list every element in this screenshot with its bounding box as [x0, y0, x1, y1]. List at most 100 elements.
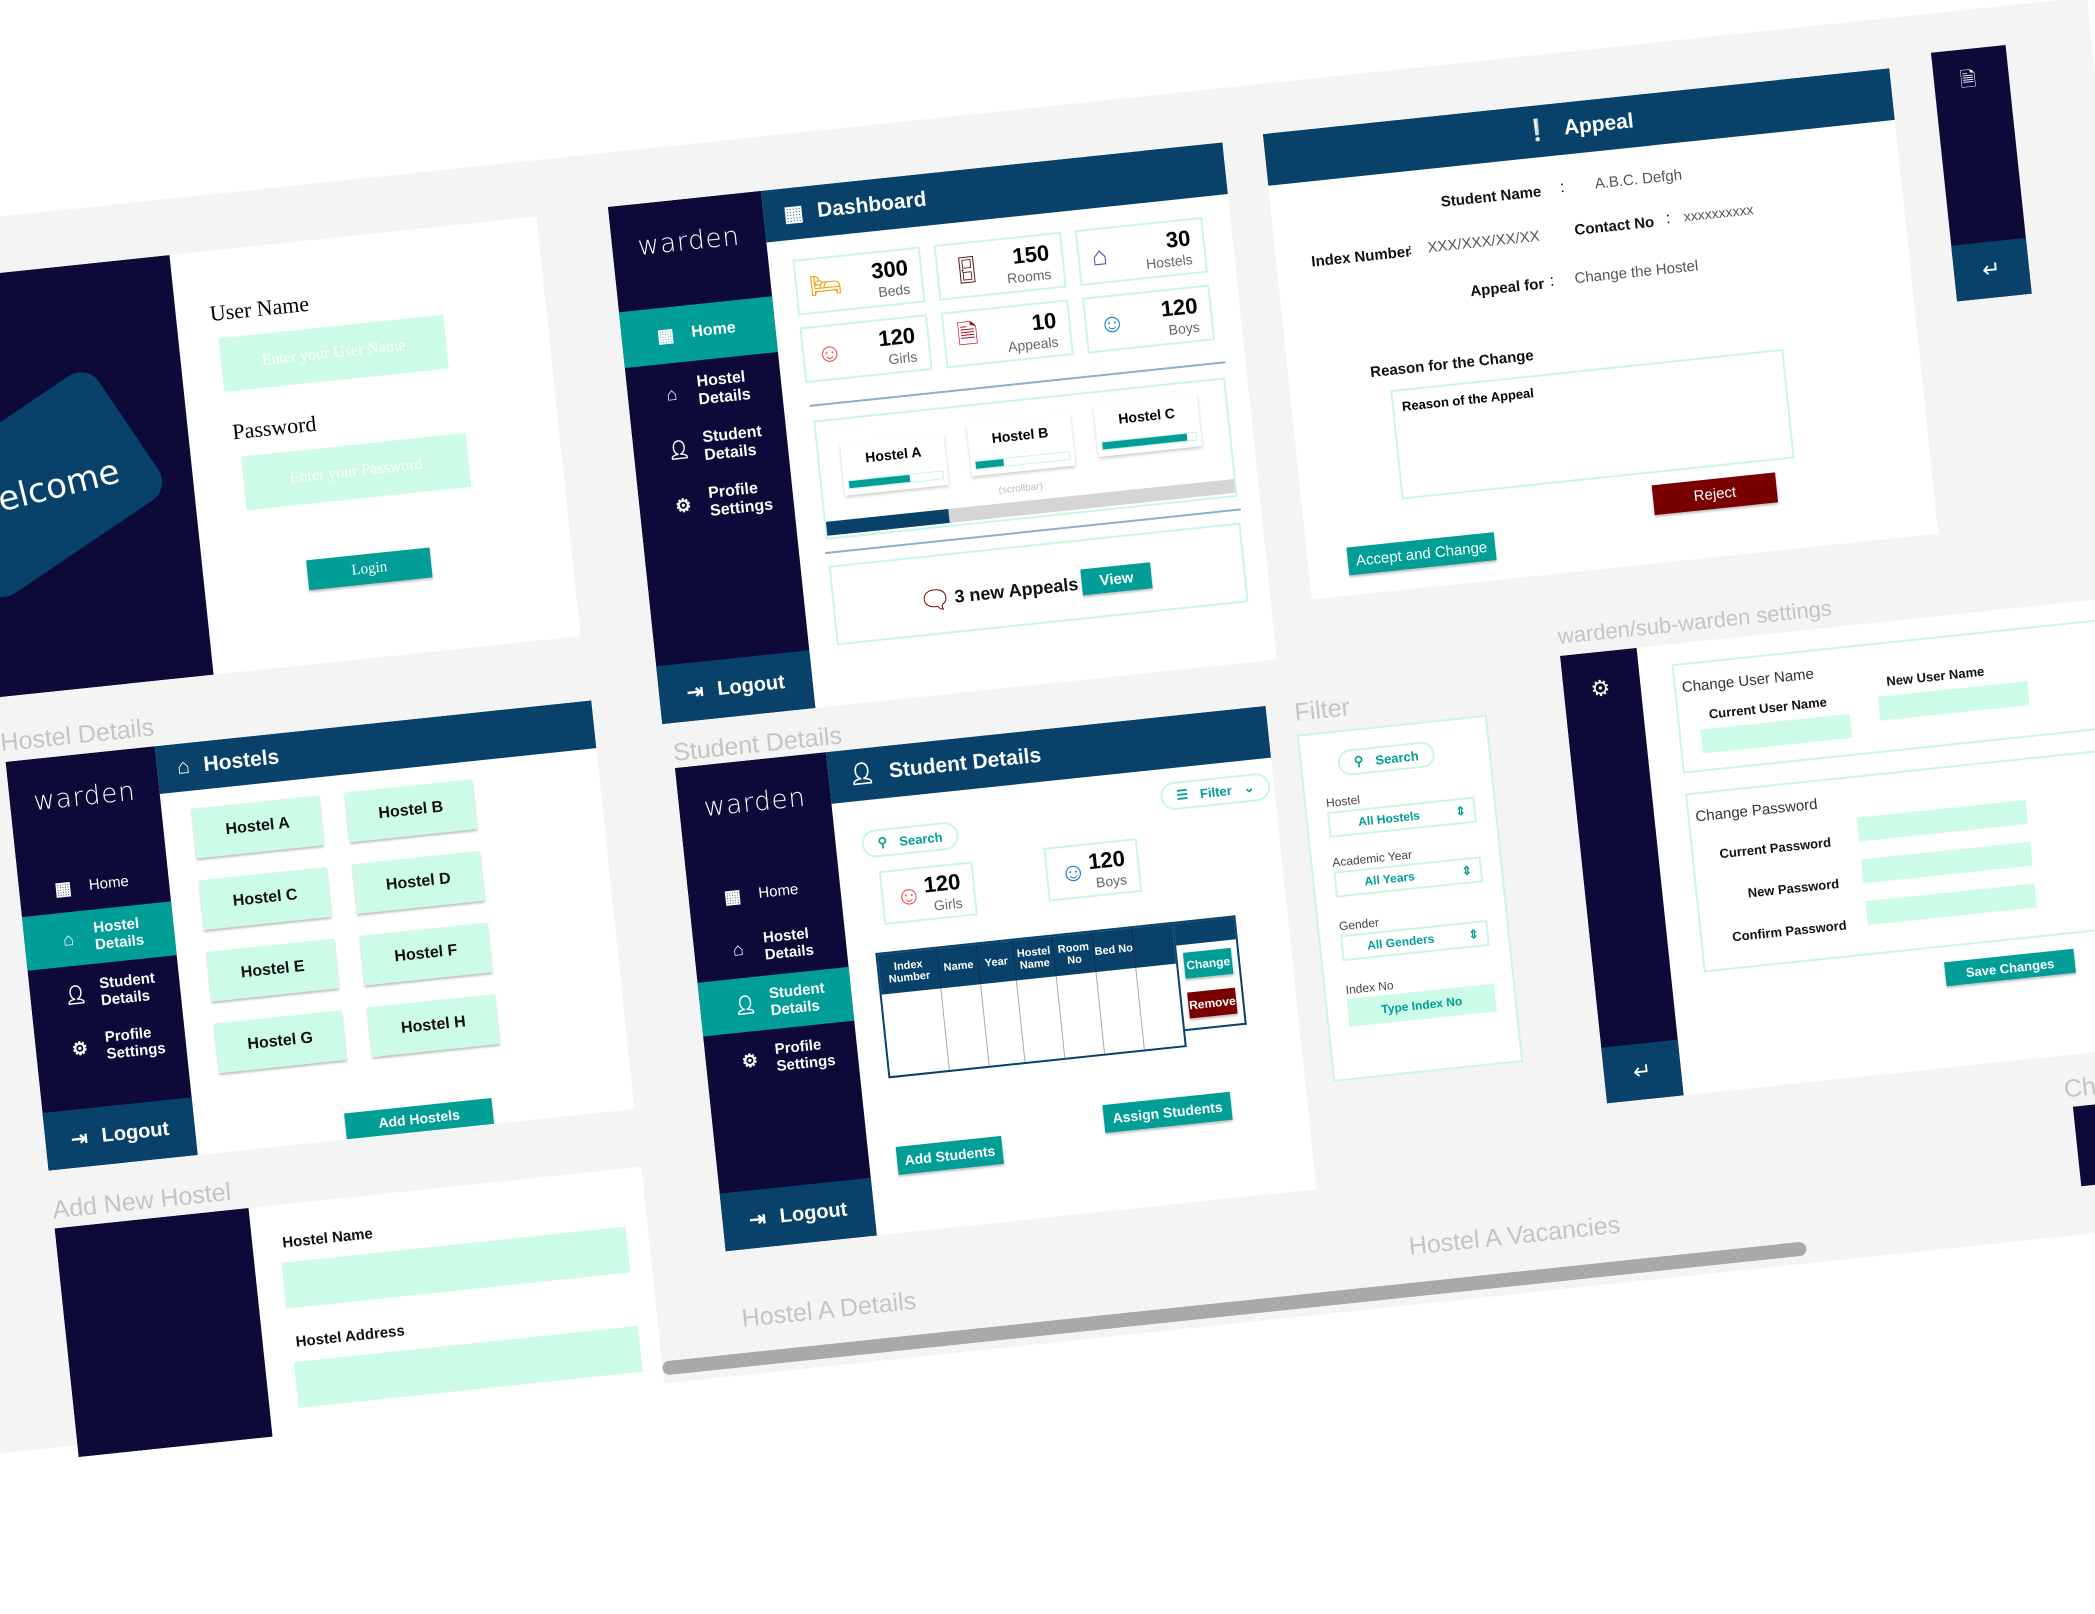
index-number-value: XXX/XXX/XX/XX — [1426, 227, 1541, 257]
mockup-board: welcome User Name Enter your User Name P… — [0, 0, 2095, 1605]
hostel-button[interactable]: Hostel G — [214, 1010, 347, 1074]
hostel-name: Hostel A — [864, 443, 923, 466]
hostel-address-label: Hostel Address — [294, 1322, 406, 1351]
search-input[interactable]: ⚲ Search — [1336, 740, 1436, 777]
stat-card-girls: ☺ 120 Girls — [799, 314, 933, 384]
logo: warden — [636, 221, 742, 262]
search-icon: ⚲ — [1353, 753, 1365, 769]
stat-card-rooms: 🚪︎ 150 Rooms — [933, 231, 1067, 301]
colon: : — [1664, 209, 1672, 228]
hostel-button[interactable]: Hostel E — [206, 938, 340, 1002]
page-title: Student Details — [887, 743, 1043, 783]
stat-label: Boys — [1167, 318, 1201, 338]
current-password-input[interactable] — [1856, 799, 2029, 842]
hostel-button[interactable]: Hostel D — [352, 850, 485, 914]
change-password-section: Change Password Current Password New Pas… — [1685, 744, 2095, 973]
sidebar-item-label: Student Details — [768, 979, 826, 1020]
stat-card-girls: ☺ 120 Girls — [878, 861, 978, 925]
hostel-button[interactable]: Hostel A — [191, 795, 324, 859]
hostel-button[interactable]: Hostel H — [367, 994, 500, 1058]
hostel-button[interactable]: Hostel C — [198, 866, 332, 931]
back-button[interactable]: ↵ — [1601, 1039, 1684, 1104]
hostel-occupancy-card[interactable]: Hostel A — [839, 433, 949, 496]
user-icon: 👤︎ — [63, 983, 89, 1006]
select-value: All Hostels — [1357, 808, 1421, 829]
save-changes-button[interactable]: Save Changes — [1944, 948, 2076, 987]
new-password-input[interactable] — [1860, 841, 2033, 884]
change-button[interactable]: Change — [1182, 947, 1234, 979]
search-placeholder: Search — [1374, 747, 1420, 768]
actions-column: Change Remove — [1173, 915, 1247, 1032]
document-icon: 🗎 — [1958, 68, 1978, 92]
stat-value: 120 — [1086, 845, 1127, 875]
appeals-text: 3 new Appeals — [953, 573, 1080, 607]
login-button[interactable]: Login — [306, 547, 433, 591]
student-name-label: Student Name — [1440, 183, 1543, 211]
accept-and-change-button[interactable]: Accept and Change — [1346, 532, 1497, 576]
hostel-occupancy-card[interactable]: Hostel C — [1093, 394, 1203, 457]
hostel-occupancy-card[interactable]: Hostel B — [966, 413, 1076, 477]
filter-panel: ⚲ Search Hostel All Hostels ⇕ Academic Yea… — [1296, 714, 1524, 1082]
gender-label: Gender — [1338, 915, 1380, 934]
page-title: Dashboard — [815, 187, 928, 223]
column-header: Hostel Name — [1012, 936, 1057, 981]
add-students-button[interactable]: Add Students — [895, 1135, 1005, 1175]
appeal-for-value: Change the Hostel — [1573, 257, 1700, 288]
new-username-label: New User Name — [1885, 663, 1985, 689]
gear-icon: ⚙ — [674, 494, 693, 517]
reject-button[interactable]: Reject — [1651, 472, 1779, 516]
sidebar-item-home[interactable]: ▦ Home — [618, 296, 778, 369]
filter-dropdown[interactable]: ☰ Filter ⌄ — [1159, 771, 1272, 812]
stat-value: 120 — [1159, 292, 1199, 322]
exclamation-icon: ❕ — [1522, 118, 1552, 144]
remove-button[interactable]: Remove — [1187, 987, 1238, 1019]
view-appeals-button[interactable]: View — [1080, 562, 1153, 596]
hostels-screen: warden ▦ Home ⌂ Hostel Details 👤︎ Student D… — [5, 700, 635, 1171]
gear-icon: ⚙ — [70, 1037, 89, 1060]
column-header: Index Number — [877, 948, 942, 995]
hostel-occupancy-list: Hostel A Hostel B Hostel C — [815, 380, 1223, 496]
updown-icon: ⇕ — [1454, 803, 1467, 819]
colon: : — [1559, 178, 1566, 197]
hostel-name-label: Hostel Name — [281, 1225, 374, 1252]
assign-students-button[interactable]: Assign Students — [1102, 1091, 1233, 1133]
scrollbar-thumb[interactable] — [825, 509, 950, 536]
occupancy-bar — [847, 470, 945, 490]
hostel-button[interactable]: Hostel F — [359, 922, 493, 986]
contact-no-value: xxxxxxxxxx — [1682, 201, 1755, 225]
user-icon: 👤︎ — [847, 761, 877, 787]
password-input[interactable]: Enter your Password — [240, 433, 472, 511]
contact-no-label: Contact No — [1573, 213, 1656, 239]
section-label: Cha — [2062, 1070, 2095, 1104]
door-icon: 🚪︎ — [948, 252, 985, 286]
sidebar-item-label: Profile Settings — [103, 1023, 167, 1063]
logout-label: Logout — [778, 1197, 849, 1227]
sliders-icon: ☰ — [1175, 786, 1189, 803]
chevron-down-icon: ⌄ — [1242, 779, 1256, 796]
back-button[interactable]: ↵ — [1951, 237, 2032, 302]
scrollbar-note: (scrollbar) — [998, 481, 1044, 497]
stat-card-beds: 🛏︎ 300 Beds — [792, 246, 926, 316]
occupancy-fill — [1102, 433, 1188, 450]
login-screen: welcome User Name Enter your User Name P… — [0, 216, 581, 701]
confirm-password-input[interactable] — [1865, 883, 2037, 926]
username-label: User Name — [208, 290, 311, 327]
colon: : — [1548, 272, 1556, 290]
student-details-screen: warden ▦ Home ⌂ Hostel Details 👤︎ Student D… — [674, 705, 1317, 1252]
boy-icon: ☺ — [1058, 855, 1088, 888]
updown-icon: ⇕ — [1461, 863, 1473, 879]
new-password-label: New Password — [1747, 875, 1840, 901]
current-password-label: Current Password — [1718, 834, 1832, 862]
password-label: Password — [230, 410, 318, 445]
username-input[interactable]: Enter your User Name — [218, 314, 449, 393]
sidebar-item-label: Student Details — [701, 422, 763, 465]
welcome-pane: welcome — [0, 255, 214, 701]
search-input[interactable]: ⚲ Search — [860, 820, 960, 859]
sidebar — [54, 1207, 273, 1458]
hostel-label: Hostel — [1325, 792, 1361, 811]
sidebar-item-label: Hostel Details — [695, 368, 752, 409]
hostel-button[interactable]: Hostel B — [344, 779, 478, 843]
occupancy-bar — [974, 450, 1071, 470]
hostel-name: Hostel B — [990, 424, 1050, 447]
girl-icon: ☺ — [814, 335, 845, 369]
